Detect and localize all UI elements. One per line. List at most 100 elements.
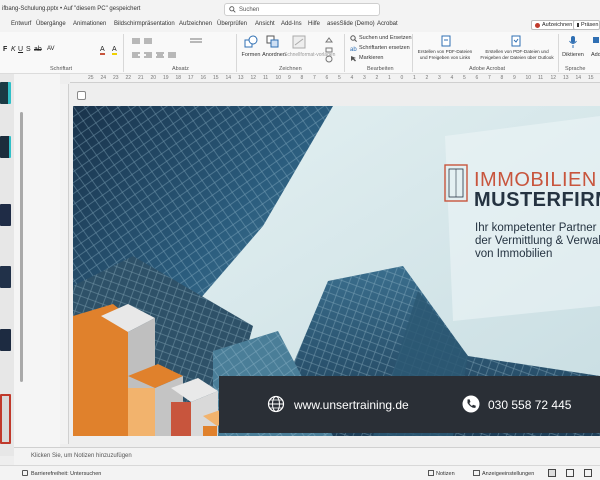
record-icon xyxy=(535,22,540,28)
pdf-outlook-icon[interactable] xyxy=(510,35,522,47)
brand-title-line2[interactable]: MUSTERFIRM xyxy=(474,189,600,212)
notes-button[interactable]: Notizen xyxy=(436,471,455,477)
slide-sorter-icon[interactable] xyxy=(566,469,574,477)
ruler-tick-label: 3 xyxy=(438,75,441,81)
paragraph-icons[interactable] xyxy=(130,36,210,62)
slide-thumbnail[interactable] xyxy=(0,82,11,104)
ruler-tick-label: 11 xyxy=(538,75,544,81)
font-formatting-row: F K U S ab AV xyxy=(3,46,63,56)
ribbon-separator xyxy=(236,34,237,72)
display-settings-button[interactable]: Anzeigeeinstellungen xyxy=(482,471,534,477)
search-icon xyxy=(229,6,236,13)
arrange-icon[interactable] xyxy=(266,35,280,49)
tab-hilfe[interactable]: Hilfe xyxy=(308,21,320,27)
accessibility-status[interactable]: Barrierefreiheit: Untersuchen xyxy=(31,471,101,477)
display-settings-icon xyxy=(473,470,480,476)
tab-ansicht[interactable]: Ansicht xyxy=(255,21,275,27)
shadow-icon[interactable]: S xyxy=(26,46,31,53)
tab-animationen[interactable]: Animationen xyxy=(73,21,106,27)
slide-designer-icon[interactable] xyxy=(77,91,86,100)
accessibility-icon xyxy=(22,470,28,476)
quick-styles-icon[interactable] xyxy=(292,35,306,49)
font-color-icon[interactable]: A xyxy=(100,46,105,55)
tagline-line-2[interactable]: der Vermittlung & Verwalt xyxy=(475,235,600,248)
ruler-tick-label: 13 xyxy=(563,75,569,81)
tab-acrobat[interactable]: Acrobat xyxy=(377,21,398,27)
ruler-tick-label: 21 xyxy=(138,75,144,81)
italic-icon[interactable]: K xyxy=(11,46,16,53)
pdf-links-icon[interactable] xyxy=(440,35,452,47)
slide-thumbnail[interactable] xyxy=(0,266,11,288)
diktieren-button[interactable]: Diktieren xyxy=(560,52,586,59)
ruler-tick-label: 10 xyxy=(525,75,532,81)
pdf-outlook-button[interactable]: Erstellen von PDF-Dateien und Freigeben … xyxy=(478,49,556,60)
thumbnail-pane xyxy=(0,74,14,456)
schriftarten-ersetzen-button[interactable]: Schriftarten ersetzen xyxy=(359,45,410,52)
fill-outline-icons[interactable] xyxy=(324,36,334,64)
shapes-icon[interactable] xyxy=(244,35,258,49)
notes-icon xyxy=(428,470,434,476)
ruler-tick-label: 12 xyxy=(250,75,257,81)
ruler-tick-label: 22 xyxy=(125,75,132,81)
present-icon xyxy=(577,23,579,27)
notes-pane[interactable]: Klicken Sie, um Notizen hinzuzufügen xyxy=(14,447,600,465)
thumbnail-scrollbar[interactable] xyxy=(20,112,23,382)
schnellformat-button[interactable]: Schnellformat-vorlagen xyxy=(284,52,335,59)
normal-view-icon[interactable] xyxy=(548,469,556,477)
tab-entwurf[interactable]: Entwurf xyxy=(11,21,31,27)
underline-icon[interactable]: U xyxy=(18,46,23,53)
tab-bildschirmpraesentation[interactable]: Bildschirmpräsentation xyxy=(114,21,175,27)
highlight-icon[interactable]: A xyxy=(112,46,117,55)
suchen-ersetzen-button[interactable]: Suchen und Ersetzen xyxy=(359,35,412,42)
tab-uebergaenge[interactable]: Übergänge xyxy=(36,21,66,27)
add-ins-button[interactable]: Add-Ins xyxy=(591,52,600,59)
find-replace-row[interactable] xyxy=(350,35,357,44)
find-icon xyxy=(350,35,357,42)
tab-add-ins[interactable]: Add-Ins xyxy=(281,21,302,27)
ruler-tick-label: 9 xyxy=(288,75,291,81)
tab-asesslide[interactable]: asesSlide (Demo) xyxy=(327,21,375,27)
char-spacing-icon[interactable]: AV xyxy=(47,46,55,52)
slide-thumbnail[interactable] xyxy=(0,136,11,158)
tagline-line-3[interactable]: von Immobilien xyxy=(475,248,600,261)
tab-aufzeichnen[interactable]: Aufzeichnen xyxy=(179,21,212,27)
ruler-tick-label: 2 xyxy=(375,75,379,81)
website-url[interactable]: www.unsertraining.de xyxy=(294,398,409,412)
add-ins-icon[interactable] xyxy=(592,35,600,49)
ruler-tick-label: 5 xyxy=(338,75,341,81)
pdf-links-button[interactable]: Erstellen von PDF-Dateien und Freigeben … xyxy=(414,49,476,60)
ruler-tick-label: 1 xyxy=(413,75,416,81)
globe-icon xyxy=(267,395,285,413)
select-arrow-icon xyxy=(351,56,356,62)
document-title[interactable]: ifbang-Schulung.pptx • Auf "diesem PC" g… xyxy=(0,6,140,12)
select-row[interactable] xyxy=(350,55,357,64)
present-button[interactable]: Präsen xyxy=(573,20,600,30)
formen-button[interactable]: Formen xyxy=(240,52,262,59)
ribbon-separator xyxy=(344,34,345,72)
phone-number[interactable]: 030 558 72 445 xyxy=(488,398,571,412)
tab-ueberpruefen[interactable]: Überprüfen xyxy=(217,21,247,27)
ruler-tick-label: 15 xyxy=(213,75,219,81)
markieren-button[interactable]: Markieren xyxy=(359,55,383,62)
record-button[interactable]: Aufzeichnen xyxy=(531,20,577,30)
svg-text:ab: ab xyxy=(350,47,357,52)
paragraph-controls xyxy=(130,36,210,62)
strikethrough-icon[interactable]: ab xyxy=(34,46,42,53)
slide-thumbnail-active[interactable] xyxy=(0,394,11,444)
phone-icon xyxy=(462,395,480,413)
bold-icon[interactable]: F xyxy=(3,46,7,53)
slide-thumbnail[interactable] xyxy=(0,329,11,351)
ruler-tick-label: 14 xyxy=(575,75,582,81)
ribbon-separator xyxy=(558,34,559,72)
ruler-tick-label: 13 xyxy=(238,75,244,81)
notes-placeholder: Klicken Sie, um Notizen hinzuzufügen xyxy=(31,453,132,459)
microphone-icon[interactable] xyxy=(568,35,578,49)
search-input[interactable]: Suchen xyxy=(224,3,380,16)
group-label-zeichnen: Zeichnen xyxy=(279,66,302,72)
reading-view-icon[interactable] xyxy=(584,469,592,477)
replace-fonts-row[interactable]: ab xyxy=(350,45,357,54)
ruler-tick-label: 23 xyxy=(113,75,119,81)
slide-thumbnail[interactable] xyxy=(0,204,11,226)
tagline-line-1[interactable]: Ihr kompetenter Partner b xyxy=(475,222,600,235)
group-label-sprache: Sprache xyxy=(565,66,586,72)
